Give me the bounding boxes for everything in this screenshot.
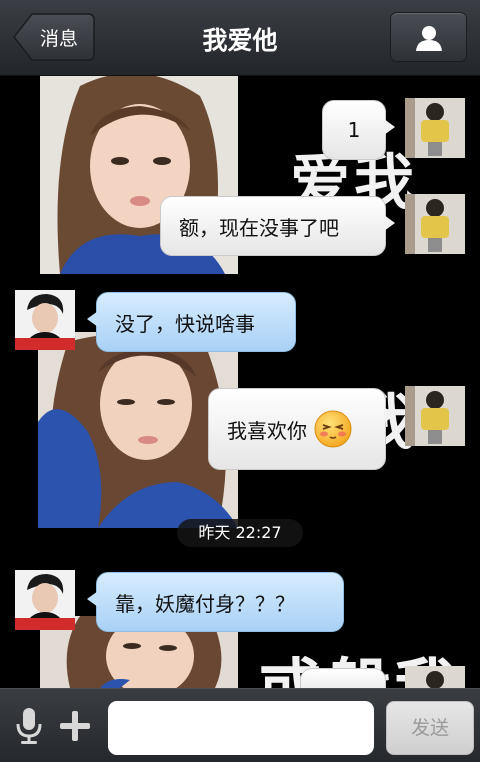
microphone-icon[interactable] [14, 707, 44, 745]
message-outgoing[interactable]: 1 [322, 100, 395, 160]
message-text: 1 [347, 118, 361, 142]
avatar-contact[interactable] [15, 290, 75, 350]
avatar-self[interactable] [405, 98, 465, 158]
message-text: 没了，快说啥事 [115, 311, 255, 336]
message-text: 我喜欢你 [227, 418, 307, 443]
message-text: 靠，妖魔付身？？？ [115, 591, 295, 616]
message-input-bar: 发送 [0, 688, 480, 762]
message-outgoing[interactable]: 额，现在没事了吧 [160, 196, 395, 256]
message-outgoing[interactable]: 我喜欢你 [208, 388, 395, 470]
contact-info-button[interactable] [390, 12, 467, 62]
avatar-self[interactable] [405, 666, 465, 688]
message-outgoing-partial[interactable] [300, 668, 395, 688]
message-list[interactable]: 爱我 我 或般我 1 [0, 76, 480, 688]
message-incoming[interactable]: 靠，妖魔付身？？？ [87, 572, 344, 632]
avatar-self[interactable] [405, 194, 465, 254]
message-incoming[interactable]: 没了，快说啥事 [87, 292, 296, 352]
send-button[interactable]: 发送 [386, 701, 474, 755]
avatar-contact[interactable] [15, 570, 75, 630]
person-icon [416, 26, 442, 51]
avatar-self[interactable] [405, 386, 465, 446]
plus-icon[interactable] [58, 707, 92, 745]
message-text: 额，现在没事了吧 [179, 215, 339, 240]
timestamp-divider: 昨天 22:27 [177, 519, 303, 547]
message-input[interactable] [108, 701, 374, 755]
chat-header: 消息 我爱他 [0, 0, 480, 76]
blushing-emoji-icon [314, 410, 352, 448]
